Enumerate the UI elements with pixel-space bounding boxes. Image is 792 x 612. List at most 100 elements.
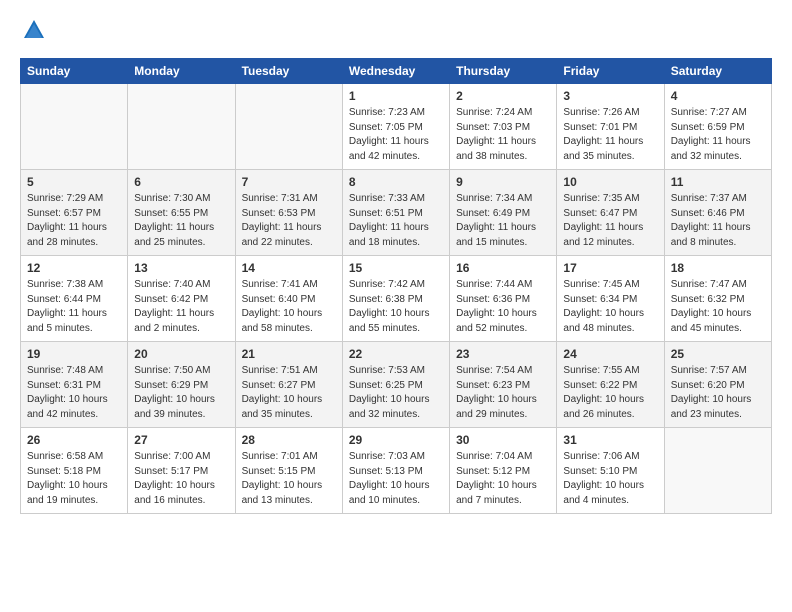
day-number: 16: [456, 261, 550, 275]
calendar-day-cell: 6 Sunrise: 7:30 AM Sunset: 6:55 PM Daylig…: [128, 170, 235, 256]
day-number: 28: [242, 433, 336, 447]
calendar-day-cell: [128, 84, 235, 170]
calendar-day-cell: 7 Sunrise: 7:31 AM Sunset: 6:53 PM Daylig…: [235, 170, 342, 256]
calendar-week-row: 1 Sunrise: 7:23 AM Sunset: 7:05 PM Daylig…: [21, 84, 772, 170]
page: SundayMondayTuesdayWednesdayThursdayFrid…: [0, 0, 792, 534]
day-info: Sunrise: 7:03 AM Sunset: 5:13 PM Dayligh…: [349, 450, 443, 508]
day-number: 3: [563, 89, 657, 103]
day-info: Sunrise: 7:01 AM Sunset: 5:15 PM Dayligh…: [242, 450, 336, 508]
calendar-day-cell: 13 Sunrise: 7:40 AM Sunset: 6:42 PM Dayli…: [128, 256, 235, 342]
day-number: 10: [563, 175, 657, 189]
day-number: 5: [27, 175, 121, 189]
calendar-header-friday: Friday: [557, 59, 664, 84]
day-number: 7: [242, 175, 336, 189]
calendar-day-cell: 2 Sunrise: 7:24 AM Sunset: 7:03 PM Daylig…: [450, 84, 557, 170]
day-info: Sunrise: 7:53 AM Sunset: 6:25 PM Dayligh…: [349, 364, 443, 422]
calendar-day-cell: 29 Sunrise: 7:03 AM Sunset: 5:13 PM Dayli…: [342, 428, 449, 514]
day-number: 4: [671, 89, 765, 103]
day-info: Sunrise: 7:35 AM Sunset: 6:47 PM Dayligh…: [563, 192, 657, 250]
calendar-week-row: 26 Sunrise: 6:58 AM Sunset: 5:18 PM Dayli…: [21, 428, 772, 514]
day-info: Sunrise: 7:40 AM Sunset: 6:42 PM Dayligh…: [134, 278, 228, 336]
day-info: Sunrise: 7:33 AM Sunset: 6:51 PM Dayligh…: [349, 192, 443, 250]
day-info: Sunrise: 7:29 AM Sunset: 6:57 PM Dayligh…: [27, 192, 121, 250]
day-info: Sunrise: 7:34 AM Sunset: 6:49 PM Dayligh…: [456, 192, 550, 250]
calendar-week-row: 12 Sunrise: 7:38 AM Sunset: 6:44 PM Dayli…: [21, 256, 772, 342]
day-number: 1: [349, 89, 443, 103]
calendar-day-cell: 19Sunrise: 7:48 AM Sunset: 6:31 PM Dayli…: [21, 342, 128, 428]
day-number: 13: [134, 261, 228, 275]
logo: [20, 16, 52, 44]
calendar-day-cell: [21, 84, 128, 170]
day-info: Sunrise: 7:30 AM Sunset: 6:55 PM Dayligh…: [134, 192, 228, 250]
day-info: Sunrise: 7:27 AM Sunset: 6:59 PM Dayligh…: [671, 106, 765, 164]
day-info: Sunrise: 7:54 AM Sunset: 6:23 PM Dayligh…: [456, 364, 550, 422]
calendar-day-cell: 23 Sunrise: 7:54 AM Sunset: 6:23 PM Dayli…: [450, 342, 557, 428]
day-info: Sunrise: 7:41 AM Sunset: 6:40 PM Dayligh…: [242, 278, 336, 336]
calendar-day-cell: 31Sunrise: 7:06 AM Sunset: 5:10 PM Dayli…: [557, 428, 664, 514]
day-number: 25: [671, 347, 765, 361]
calendar-header-monday: Monday: [128, 59, 235, 84]
calendar-day-cell: 3Sunrise: 7:26 AM Sunset: 7:01 PM Daylig…: [557, 84, 664, 170]
calendar-day-cell: 4 Sunrise: 7:27 AM Sunset: 6:59 PM Daylig…: [664, 84, 771, 170]
calendar-day-cell: 5 Sunrise: 7:29 AM Sunset: 6:57 PM Daylig…: [21, 170, 128, 256]
calendar-header-wednesday: Wednesday: [342, 59, 449, 84]
calendar-day-cell: 25 Sunrise: 7:57 AM Sunset: 6:20 PM Dayli…: [664, 342, 771, 428]
day-info: Sunrise: 7:44 AM Sunset: 6:36 PM Dayligh…: [456, 278, 550, 336]
day-number: 9: [456, 175, 550, 189]
day-number: 2: [456, 89, 550, 103]
calendar-day-cell: 11 Sunrise: 7:37 AM Sunset: 6:46 PM Dayli…: [664, 170, 771, 256]
day-number: 8: [349, 175, 443, 189]
day-info: Sunrise: 7:23 AM Sunset: 7:05 PM Dayligh…: [349, 106, 443, 164]
header: [20, 16, 772, 44]
calendar-day-cell: 16 Sunrise: 7:44 AM Sunset: 6:36 PM Dayli…: [450, 256, 557, 342]
calendar-day-cell: 10 Sunrise: 7:35 AM Sunset: 6:47 PM Dayli…: [557, 170, 664, 256]
calendar-day-cell: 8 Sunrise: 7:33 AM Sunset: 6:51 PM Daylig…: [342, 170, 449, 256]
calendar-day-cell: 21 Sunrise: 7:51 AM Sunset: 6:27 PM Dayli…: [235, 342, 342, 428]
day-info: Sunrise: 7:55 AM Sunset: 6:22 PM Dayligh…: [563, 364, 657, 422]
day-number: 15: [349, 261, 443, 275]
day-info: Sunrise: 7:31 AM Sunset: 6:53 PM Dayligh…: [242, 192, 336, 250]
calendar-day-cell: 14Sunrise: 7:41 AM Sunset: 6:40 PM Dayli…: [235, 256, 342, 342]
calendar-day-cell: 18 Sunrise: 7:47 AM Sunset: 6:32 PM Dayli…: [664, 256, 771, 342]
calendar-day-cell: 30Sunrise: 7:04 AM Sunset: 5:12 PM Dayli…: [450, 428, 557, 514]
day-info: Sunrise: 7:51 AM Sunset: 6:27 PM Dayligh…: [242, 364, 336, 422]
day-info: Sunrise: 7:47 AM Sunset: 6:32 PM Dayligh…: [671, 278, 765, 336]
day-info: Sunrise: 7:37 AM Sunset: 6:46 PM Dayligh…: [671, 192, 765, 250]
day-number: 24: [563, 347, 657, 361]
day-info: Sunrise: 6:58 AM Sunset: 5:18 PM Dayligh…: [27, 450, 121, 508]
day-info: Sunrise: 7:38 AM Sunset: 6:44 PM Dayligh…: [27, 278, 121, 336]
calendar-day-cell: 22Sunrise: 7:53 AM Sunset: 6:25 PM Dayli…: [342, 342, 449, 428]
day-number: 23: [456, 347, 550, 361]
calendar-week-row: 19Sunrise: 7:48 AM Sunset: 6:31 PM Dayli…: [21, 342, 772, 428]
calendar: SundayMondayTuesdayWednesdayThursdayFrid…: [20, 58, 772, 514]
day-number: 18: [671, 261, 765, 275]
calendar-day-cell: 28 Sunrise: 7:01 AM Sunset: 5:15 PM Dayli…: [235, 428, 342, 514]
day-number: 11: [671, 175, 765, 189]
day-number: 20: [134, 347, 228, 361]
calendar-day-cell: 20Sunrise: 7:50 AM Sunset: 6:29 PM Dayli…: [128, 342, 235, 428]
day-info: Sunrise: 7:24 AM Sunset: 7:03 PM Dayligh…: [456, 106, 550, 164]
day-number: 27: [134, 433, 228, 447]
calendar-day-cell: 17Sunrise: 7:45 AM Sunset: 6:34 PM Dayli…: [557, 256, 664, 342]
calendar-header-thursday: Thursday: [450, 59, 557, 84]
day-number: 31: [563, 433, 657, 447]
calendar-header-row: SundayMondayTuesdayWednesdayThursdayFrid…: [21, 59, 772, 84]
calendar-day-cell: 26 Sunrise: 6:58 AM Sunset: 5:18 PM Dayli…: [21, 428, 128, 514]
calendar-header-tuesday: Tuesday: [235, 59, 342, 84]
calendar-day-cell: 9 Sunrise: 7:34 AM Sunset: 6:49 PM Daylig…: [450, 170, 557, 256]
day-number: 6: [134, 175, 228, 189]
day-info: Sunrise: 7:45 AM Sunset: 6:34 PM Dayligh…: [563, 278, 657, 336]
day-number: 26: [27, 433, 121, 447]
calendar-day-cell: 27 Sunrise: 7:00 AM Sunset: 5:17 PM Dayli…: [128, 428, 235, 514]
calendar-week-row: 5 Sunrise: 7:29 AM Sunset: 6:57 PM Daylig…: [21, 170, 772, 256]
day-info: Sunrise: 7:00 AM Sunset: 5:17 PM Dayligh…: [134, 450, 228, 508]
calendar-day-cell: 12 Sunrise: 7:38 AM Sunset: 6:44 PM Dayli…: [21, 256, 128, 342]
day-info: Sunrise: 7:57 AM Sunset: 6:20 PM Dayligh…: [671, 364, 765, 422]
day-number: 21: [242, 347, 336, 361]
day-info: Sunrise: 7:42 AM Sunset: 6:38 PM Dayligh…: [349, 278, 443, 336]
day-number: 30: [456, 433, 550, 447]
day-number: 29: [349, 433, 443, 447]
day-number: 19: [27, 347, 121, 361]
calendar-day-cell: 1 Sunrise: 7:23 AM Sunset: 7:05 PM Daylig…: [342, 84, 449, 170]
day-number: 12: [27, 261, 121, 275]
